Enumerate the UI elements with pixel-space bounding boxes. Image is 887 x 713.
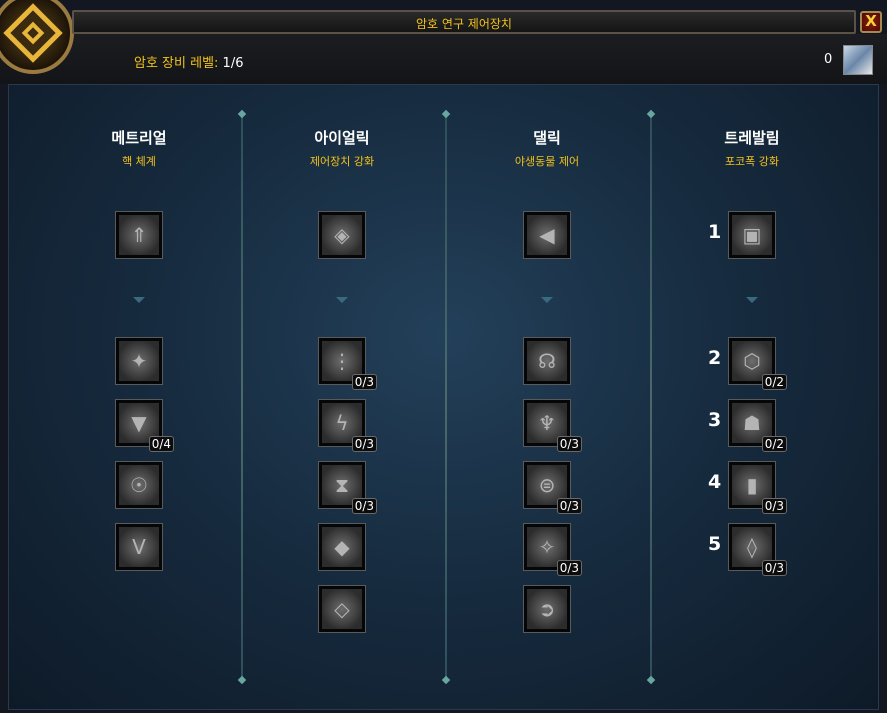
talent-node[interactable]: ➲ <box>523 585 571 633</box>
callout-number: 3 <box>708 409 722 431</box>
talent-icon: ◀ <box>527 215 567 255</box>
talent-node[interactable]: ☊ <box>523 337 571 385</box>
column-subtitle: 포코폭 강화 <box>724 155 780 168</box>
divider-ornament <box>646 109 656 119</box>
talent-node[interactable]: ✦ <box>115 337 163 385</box>
rank-badge: 0/3 <box>761 498 787 514</box>
talent-glyph-icon: ◈ <box>334 223 350 247</box>
column-subtitle: 야생동물 제어 <box>514 155 580 168</box>
talent-node[interactable]: V <box>115 523 163 571</box>
talent-node[interactable]: ⧗ 0/3 <box>318 461 377 514</box>
talent-glyph-icon: ◀ <box>539 223 555 247</box>
talent-icon: ◆ <box>322 527 362 567</box>
window-title: 암호 연구 제어장치 <box>416 17 512 31</box>
column-title: 아이얼릭 <box>314 129 370 147</box>
rank-badge: 0/3 <box>556 560 582 576</box>
talent-node[interactable]: ▮ 0/3 <box>728 461 787 514</box>
talent-node[interactable]: ◀ <box>523 211 571 259</box>
talent-node[interactable]: ⊜ 0/3 <box>523 461 582 514</box>
chevron-down-icon <box>746 297 758 303</box>
divider-ornament <box>237 675 247 685</box>
level-label: 암호 장비 레벨: <box>134 56 219 71</box>
talent-node[interactable]: ▼ 0/4 <box>115 399 174 452</box>
talent-icon: ➲ <box>527 589 567 629</box>
talent-glyph-icon: ▣ <box>742 223 762 247</box>
rank-badge: 0/4 <box>148 436 174 452</box>
rank-badge: 0/3 <box>761 560 787 576</box>
talent-glyph-icon: ✦ <box>130 349 148 373</box>
column-title: 댈릭 <box>533 129 561 147</box>
talent-node[interactable]: ⋮ 0/3 <box>318 337 377 390</box>
talent-node[interactable]: ✧ 0/3 <box>523 523 582 576</box>
rank-badge: 0/3 <box>351 498 377 514</box>
talent-icon: ▣ <box>732 215 772 255</box>
column-title: 메트리얼 <box>111 129 167 147</box>
chevron-down-icon <box>541 297 553 303</box>
talent-node[interactable]: ☗ 0/2 <box>728 399 787 452</box>
talent-glyph-icon: ◇ <box>334 597 350 621</box>
divider-ornament <box>646 675 656 685</box>
talent-glyph-icon: ☉ <box>130 473 148 497</box>
divider-ornament <box>441 675 451 685</box>
divider-ornament <box>441 109 451 119</box>
cypher-research-window: 암호 연구 제어장치 X 암호 장비 레벨: 1/6 0 메트리얼핵 체계 ⇑ ✦ ▼… <box>0 0 887 713</box>
talent-icon: V <box>119 527 159 567</box>
rank-badge: 0/3 <box>556 498 582 514</box>
divider-ornament <box>237 109 247 119</box>
talent-glyph-icon: ➲ <box>538 597 556 621</box>
level-value: 1/6 <box>222 56 244 71</box>
rank-badge: 0/3 <box>351 374 377 390</box>
talent-icon: ⇑ <box>119 215 159 255</box>
cypher-level: 암호 장비 레벨: 1/6 <box>134 52 243 71</box>
talent-node[interactable]: ⇑ <box>115 211 163 259</box>
callout-number: 2 <box>708 347 722 369</box>
column-divider <box>241 111 243 681</box>
talent-glyph-icon: ◆ <box>334 535 350 559</box>
rank-badge: 0/3 <box>556 436 582 452</box>
chevron-down-icon <box>133 297 145 303</box>
rank-badge: 0/2 <box>761 374 787 390</box>
talent-node[interactable]: ▣ <box>728 211 776 259</box>
talent-glyph-icon: V <box>132 535 146 559</box>
talent-node[interactable]: ϟ 0/3 <box>318 399 377 452</box>
talent-node[interactable]: ☉ <box>115 461 163 509</box>
talent-icon: ☉ <box>119 465 159 505</box>
callout-number: 1 <box>708 221 722 243</box>
close-button[interactable]: X <box>860 11 882 33</box>
currency-amount: 0 <box>824 52 833 67</box>
column-divider <box>650 111 652 681</box>
callout-number: 5 <box>708 533 722 555</box>
talent-node[interactable]: ◇ <box>318 585 366 633</box>
talent-node[interactable]: ◊ 0/3 <box>728 523 787 576</box>
rank-badge: 0/2 <box>761 436 787 452</box>
callout-number: 4 <box>708 471 722 493</box>
talent-icon: ☊ <box>527 341 567 381</box>
cypher-crystal-icon[interactable] <box>843 45 873 75</box>
talent-node[interactable]: ♆ 0/3 <box>523 399 582 452</box>
talent-node[interactable]: ◆ <box>318 523 366 571</box>
talent-icon: ◈ <box>322 215 362 255</box>
talent-panel: 메트리얼핵 체계 ⇑ ✦ ▼ 0/4 ☉ V 아이얼릭제어장치 강화 ◈ ⋮ 0/3 ϟ 0/3 ⧗ 0/3… <box>8 84 879 710</box>
talent-node[interactable]: ◈ <box>318 211 366 259</box>
column-divider <box>445 111 447 681</box>
talent-icon: ✦ <box>119 341 159 381</box>
chevron-down-icon <box>336 297 348 303</box>
column-subtitle: 제어장치 강화 <box>309 155 375 168</box>
column-title: 트레발림 <box>724 129 780 147</box>
title-bar: 암호 연구 제어장치 <box>72 10 856 34</box>
column-subtitle: 핵 체계 <box>122 155 156 168</box>
talent-icon: ◇ <box>322 589 362 629</box>
talent-glyph-icon: ⇑ <box>130 223 148 247</box>
rank-badge: 0/3 <box>351 436 377 452</box>
talent-node[interactable]: ⬡ 0/2 <box>728 337 787 390</box>
talent-glyph-icon: ☊ <box>538 349 556 373</box>
